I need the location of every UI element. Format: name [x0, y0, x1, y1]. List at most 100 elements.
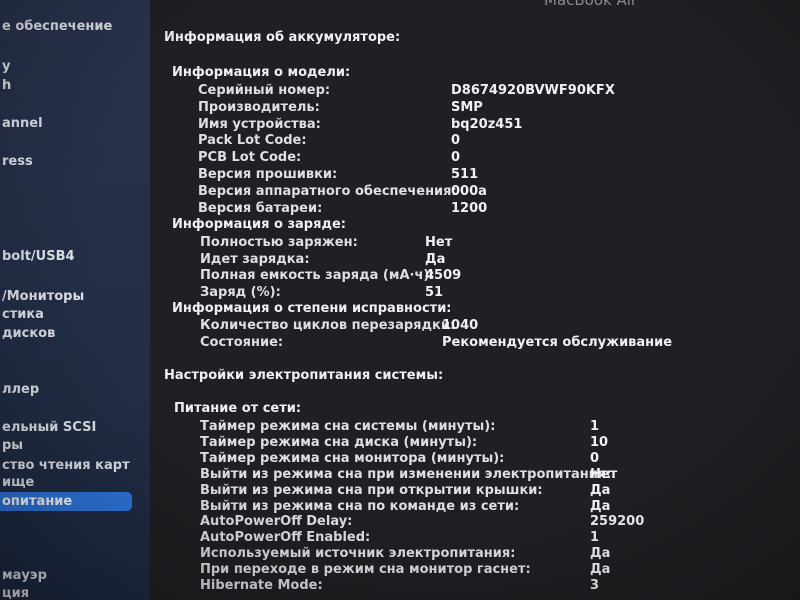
info-value: 3 — [590, 578, 600, 593]
info-row: Hibernate Mode: 3 — [200, 578, 800, 595]
info-row: Выйти из режима сна при открытии крышки:… — [200, 483, 800, 500]
info-label: Версия аппаратного обеспечения: — [198, 183, 457, 199]
info-label: Полная емкость заряда (мА·ч): — [200, 268, 435, 283]
info-value: 0 — [451, 150, 461, 166]
info-row: Серийный номер: D8674920BVWF90KFX — [198, 83, 800, 100]
info-row: Количество циклов перезарядки: 1040 — [200, 318, 800, 335]
info-label: Версия прошивки: — [198, 167, 338, 182]
info-value: Да — [590, 482, 611, 498]
sidebar-item[interactable]: ция — [0, 584, 29, 600]
info-value: 000a — [451, 183, 487, 199]
info-value: 10 — [590, 434, 609, 450]
info-value: D8674920BVWF90KFX — [451, 83, 615, 98]
info-label: Pack Lot Code: — [198, 133, 307, 149]
info-value: Да — [590, 546, 611, 562]
info-row: Имя устройства: bq20z451 — [198, 117, 800, 134]
info-label: PCB Lot Code: — [198, 150, 302, 166]
info-label: Полностью заряжен: — [200, 235, 358, 250]
info-label: Выйти из режима сна при изменении электр… — [200, 466, 612, 482]
info-label: Таймер режима сна системы (минуты): — [200, 419, 496, 434]
info-row: Версия аппаратного обеспечения: 000a — [198, 184, 800, 201]
info-label: Hibernate Mode: — [200, 578, 323, 593]
info-value: 51 — [425, 284, 444, 300]
info-value: 1 — [590, 530, 600, 546]
info-label: При переходе в режим сна монитор гаснет: — [200, 562, 531, 578]
info-row: Версия прошивки: 511 — [198, 167, 800, 184]
info-value: 1200 — [451, 200, 488, 216]
sidebar-item[interactable]: bolt/USB4 — [0, 247, 75, 266]
battery-section-title: Информация об аккумуляторе: — [164, 30, 401, 45]
info-row: AutoPowerOff Enabled: 1 — [200, 530, 800, 547]
sidebar-item[interactable]: y — [0, 57, 10, 76]
info-label: Таймер режима сна диска (минуты): — [200, 434, 478, 450]
info-value: 511 — [451, 167, 479, 182]
info-label: Имя устройства: — [198, 116, 321, 132]
health-info-heading: Информация о степени исправности: — [172, 301, 452, 316]
info-row: Pack Lot Code: 0 — [198, 133, 800, 150]
info-value: Да — [590, 498, 611, 514]
info-label: Используемый источник электропитания: — [200, 546, 516, 562]
info-value: 0 — [590, 450, 600, 466]
info-value: 1 — [590, 419, 600, 434]
ac-power-heading: Питание от сети: — [174, 401, 302, 416]
info-label: Заряд (%): — [200, 284, 281, 300]
info-label: Состояние: — [200, 335, 284, 350]
info-row: При переходе в режим сна монитор гаснет:… — [200, 562, 800, 579]
model-info-heading: Информация о модели: — [172, 65, 351, 80]
info-label: Выйти из режима сна по команде из сети: — [200, 498, 520, 514]
info-label: AutoPowerOff Delay: — [200, 514, 353, 530]
info-label: Производитель: — [198, 99, 320, 115]
info-label: Выйти из режима сна при открытии крышки: — [200, 482, 543, 498]
info-value: SMP — [451, 99, 483, 115]
info-row: Выйти из режима сна по команде из сети: Д… — [200, 499, 800, 516]
sidebar-item[interactable]: ллер — [0, 380, 39, 399]
info-value: Рекомендуется обслуживание — [442, 335, 673, 350]
sidebar-item[interactable]: опитание — [0, 492, 132, 511]
info-row: Таймер режима сна диска (минуты): 10 — [200, 435, 800, 452]
info-value: 259200 — [590, 514, 645, 530]
sidebar-item[interactable]: annel — [0, 114, 43, 133]
info-value: Да — [590, 562, 611, 578]
sidebar: е обеспечение y h annel ress bolt/USB4/Монито… — [0, 0, 150, 600]
info-row: Заряд (%): 51 — [200, 285, 800, 302]
sidebar-item[interactable]: ress — [0, 152, 33, 171]
sidebar-item[interactable]: /Мониторы — [0, 287, 84, 306]
info-value: Нет — [425, 235, 453, 250]
info-row: PCB Lot Code: 0 — [198, 150, 800, 167]
info-row: Выйти из режима сна при изменении электр… — [200, 467, 800, 484]
info-value: bq20z451 — [451, 116, 523, 132]
info-label: AutoPowerOff Enabled: — [200, 530, 371, 546]
sidebar-item[interactable]: ище — [0, 473, 34, 492]
info-value: Нет — [590, 466, 618, 482]
window-title: MacBook Air — [544, 0, 638, 9]
info-row: Состояние: Рекомендуется обслуживание — [200, 335, 800, 352]
info-row: Полная емкость заряда (мА·ч): 4509 — [200, 268, 800, 285]
power-section-title: Настройки электропитания системы: — [164, 368, 444, 383]
info-value: 4509 — [425, 268, 462, 283]
info-row: Таймер режима сна системы (минуты): 1 — [200, 419, 800, 436]
info-row: Используемый источник электропитания: Да — [200, 546, 800, 563]
sidebar-item[interactable]: мауэр — [0, 566, 47, 585]
main-content: MacBook Air Информация об аккумуляторе: … — [150, 0, 800, 600]
info-value: 1040 — [442, 318, 479, 333]
info-label: Количество циклов перезарядки: — [200, 318, 456, 333]
info-label: Серийный номер: — [198, 83, 331, 98]
info-row: Полностью заряжен: Нет — [200, 235, 800, 252]
charge-info-heading: Информация о заряде: — [172, 217, 346, 232]
info-row: Идет зарядка: Да — [200, 252, 800, 269]
info-row: AutoPowerOff Delay: 259200 — [200, 514, 800, 531]
sidebar-item[interactable]: ельный SCSI — [0, 418, 96, 437]
sidebar-item[interactable]: ры — [0, 436, 23, 455]
info-value: 0 — [451, 133, 461, 149]
info-row: Производитель: SMP — [198, 100, 800, 117]
sidebar-item[interactable]: е обеспечение — [0, 17, 112, 36]
info-label: Версия батареи: — [198, 200, 323, 216]
info-label: Таймер режима сна монитора (минуты): — [200, 450, 505, 466]
sidebar-item[interactable]: стика — [0, 305, 44, 324]
sidebar-item[interactable]: дисков — [0, 324, 55, 343]
info-row: Версия батареи: 1200 — [198, 201, 800, 218]
info-row: Таймер режима сна монитора (минуты): 0 — [200, 451, 800, 468]
info-value: Да — [425, 251, 446, 267]
sidebar-item[interactable]: h — [0, 76, 11, 95]
info-label: Идет зарядка: — [200, 251, 310, 267]
